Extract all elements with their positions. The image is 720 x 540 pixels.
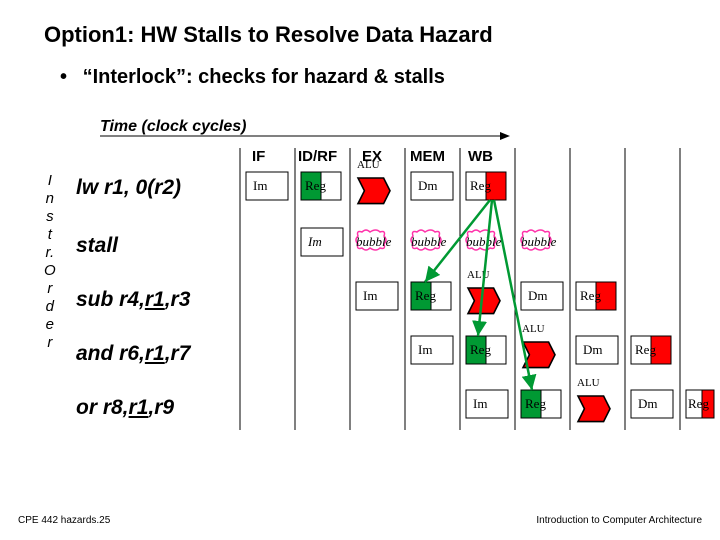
row-sub: Im Reg ALU Dm Reg (356, 269, 616, 314)
svg-text:Reg: Reg (525, 396, 546, 411)
svg-text:bubble: bubble (356, 234, 392, 249)
svg-text:ALU: ALU (467, 269, 490, 281)
stage-ex: EX (362, 148, 382, 165)
svg-text:Im: Im (473, 396, 487, 411)
bullet-line: • “Interlock”: checks for hazard & stall… (60, 66, 445, 89)
svg-text:Dm: Dm (418, 178, 438, 193)
svg-text:Im: Im (253, 178, 267, 193)
svg-text:bubble: bubble (466, 234, 502, 249)
svg-text:Reg: Reg (580, 288, 601, 303)
svg-text:Im: Im (418, 342, 432, 357)
svg-text:Dm: Dm (638, 396, 658, 411)
page-title: Option1: HW Stalls to Resolve Data Hazar… (44, 22, 493, 48)
svg-text:ALU: ALU (577, 377, 600, 389)
instr-row-4: or r8,r1,r9 (76, 396, 174, 420)
svg-text:bubble: bubble (521, 234, 557, 249)
svg-text:Dm: Dm (528, 288, 548, 303)
row-and: Im Reg ALU Dm Reg (411, 323, 671, 368)
svg-text:Im: Im (363, 288, 377, 303)
footer-left: CPE 442 hazards.25 (18, 515, 110, 526)
bullet-icon: • (60, 66, 67, 89)
svg-text:Dm: Dm (583, 342, 603, 357)
svg-text:Reg: Reg (470, 342, 491, 357)
row-or: Im Reg ALU Dm Reg (466, 377, 714, 422)
svg-text:Reg: Reg (470, 178, 491, 193)
bullet-text: “Interlock”: checks for hazard & stalls (83, 66, 445, 88)
svg-text:Reg: Reg (305, 178, 326, 193)
row-lw: Im Reg ALU Dm Reg (246, 159, 506, 204)
stage-mem: MEM (410, 148, 445, 165)
svg-text:ALU: ALU (522, 323, 545, 335)
svg-text:Reg: Reg (688, 396, 709, 411)
time-axis-label: Time (clock cycles) (100, 118, 246, 136)
stage-if: IF (252, 148, 265, 165)
row-stall: Im bubble bubble bubble bubble (301, 228, 557, 256)
instr-row-1: stall (76, 234, 118, 258)
instr-row-2: sub r4,r1,r3 (76, 288, 190, 312)
footer-right: Introduction to Computer Architecture (536, 515, 702, 526)
instr-row-3: and r6,r1,r7 (76, 342, 190, 366)
svg-text:bubble: bubble (411, 234, 447, 249)
instr-order-label: In st r. Or de r (44, 172, 56, 352)
svg-text:Im: Im (307, 234, 322, 249)
svg-text:Reg: Reg (415, 288, 436, 303)
instr-row-0: lw r1, 0(r2) (76, 176, 181, 200)
stage-wb: WB (468, 148, 493, 165)
svg-text:Reg: Reg (635, 342, 656, 357)
stage-idrf: ID/RF (298, 148, 337, 165)
